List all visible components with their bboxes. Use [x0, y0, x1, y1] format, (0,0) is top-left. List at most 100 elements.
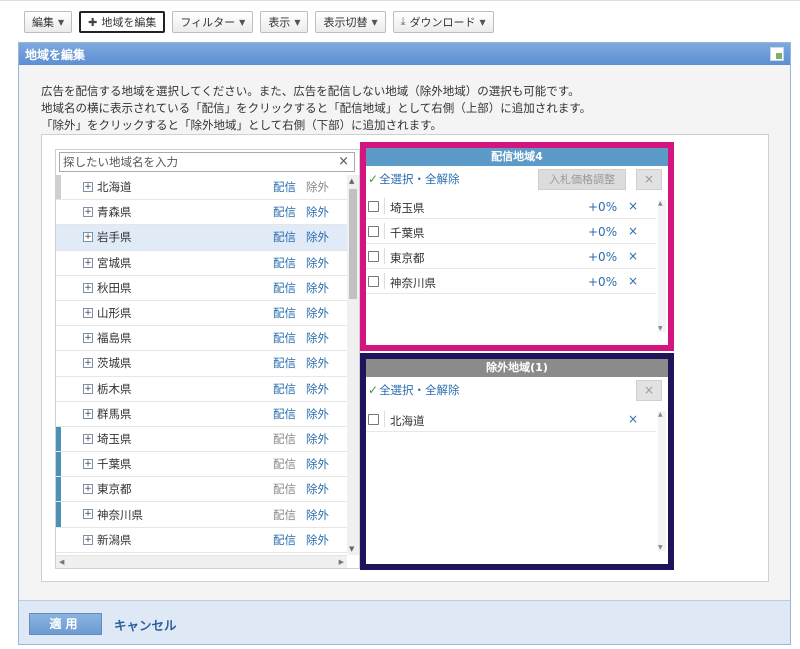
list-item[interactable]: + 神奈川県 配信 除外: [56, 502, 347, 528]
apply-button[interactable]: 適用: [29, 613, 102, 635]
view-switch-menu-button[interactable]: 表示切替 ▼: [315, 11, 386, 33]
delivery-scrollbar[interactable]: ▲ ▼: [658, 200, 666, 332]
remove-icon[interactable]: ×: [628, 412, 638, 426]
deliver-link[interactable]: 配信: [273, 532, 296, 548]
bid-adjustment[interactable]: +0%: [588, 200, 617, 214]
bid-adjustment[interactable]: +0%: [588, 275, 617, 289]
remove-icon[interactable]: ×: [628, 274, 638, 288]
edit-region-button[interactable]: ✚ 地域を編集: [79, 11, 166, 33]
cancel-link[interactable]: キャンセル: [114, 615, 177, 634]
exclude-link[interactable]: 除外: [306, 456, 329, 472]
deliver-link[interactable]: 配信: [273, 179, 296, 195]
list-item[interactable]: + 北海道 配信 除外: [56, 175, 347, 201]
expand-icon[interactable]: +: [83, 408, 93, 419]
list-item[interactable]: + 東京都 配信 除外: [56, 477, 347, 503]
edit-menu-button[interactable]: 編集 ▼: [24, 11, 73, 33]
deliver-link[interactable]: 配信: [273, 330, 296, 346]
expand-icon[interactable]: +: [83, 433, 93, 444]
delivery-select-all[interactable]: ✓ 全選択・全解除: [368, 171, 460, 187]
exclude-link[interactable]: 除外: [306, 204, 329, 220]
list-item[interactable]: + 茨城県 配信 除外: [56, 351, 347, 377]
list-item[interactable]: + 千葉県 配信 除外: [56, 452, 347, 478]
expand-icon[interactable]: +: [83, 207, 93, 218]
row-checkbox[interactable]: [368, 276, 379, 287]
exclude-link[interactable]: 除外: [306, 330, 329, 346]
expand-icon[interactable]: +: [83, 232, 93, 243]
exclude-link[interactable]: 除外: [306, 305, 329, 321]
list-item[interactable]: + 宮城県 配信 除外: [56, 251, 347, 276]
row-checkbox[interactable]: [368, 226, 379, 237]
scroll-up-icon[interactable]: ▲: [349, 177, 354, 185]
deliver-link[interactable]: 配信: [273, 507, 296, 523]
deliver-link[interactable]: 配信: [273, 355, 296, 371]
deliver-link[interactable]: 配信: [273, 280, 296, 296]
exclude-link[interactable]: 除外: [306, 179, 329, 195]
expand-icon[interactable]: +: [83, 383, 93, 394]
clear-search-icon[interactable]: ×: [338, 154, 349, 169]
remove-icon[interactable]: ×: [628, 224, 638, 238]
filter-menu-button[interactable]: フィルター ▼: [172, 11, 254, 33]
deliver-link[interactable]: 配信: [273, 204, 296, 220]
deliver-link[interactable]: 配信: [273, 381, 296, 397]
deliver-link[interactable]: 配信: [273, 481, 296, 497]
list-item[interactable]: + 福島県 配信 除外: [56, 326, 347, 352]
region-search-input[interactable]: [63, 155, 333, 169]
row-checkbox[interactable]: [368, 201, 379, 212]
exclude-link[interactable]: 除外: [306, 255, 329, 271]
remove-icon[interactable]: ×: [628, 249, 638, 263]
scroll-down-icon[interactable]: ▼: [349, 545, 354, 553]
scroll-up-icon[interactable]: ▲: [658, 200, 663, 207]
deliver-link[interactable]: 配信: [273, 431, 296, 447]
exclude-link[interactable]: 除外: [306, 507, 329, 523]
expand-icon[interactable]: +: [83, 509, 93, 520]
expand-icon[interactable]: +: [83, 358, 93, 369]
excluded-clear-button[interactable]: ×: [636, 380, 662, 401]
deliver-link[interactable]: 配信: [273, 229, 296, 245]
exclude-link[interactable]: 除外: [306, 355, 329, 371]
scroll-down-icon[interactable]: ▼: [658, 544, 663, 551]
remove-icon[interactable]: ×: [628, 199, 638, 213]
row-checkbox[interactable]: [368, 251, 379, 262]
deliver-link[interactable]: 配信: [273, 305, 296, 321]
scroll-right-icon[interactable]: ▶: [339, 558, 344, 566]
exclude-link[interactable]: 除外: [306, 406, 329, 422]
scroll-down-icon[interactable]: ▼: [658, 325, 663, 332]
exclude-link[interactable]: 除外: [306, 481, 329, 497]
expand-icon[interactable]: +: [83, 333, 93, 344]
expand-icon[interactable]: +: [83, 182, 93, 192]
list-item[interactable]: + 山形県 配信 除外: [56, 301, 347, 327]
expand-icon[interactable]: +: [83, 459, 93, 470]
exclude-link[interactable]: 除外: [306, 532, 329, 548]
list-item[interactable]: + 岩手県 配信 除外: [56, 225, 347, 251]
list-item[interactable]: + 群馬県 配信 除外: [56, 402, 347, 427]
bid-adjustment[interactable]: +0%: [588, 225, 617, 239]
scroll-left-icon[interactable]: ◀: [59, 558, 64, 566]
expand-icon[interactable]: +: [83, 307, 93, 318]
region-list-hscrollbar[interactable]: ◀ ▶: [56, 555, 347, 568]
excluded-select-all[interactable]: ✓ 全選択・全解除: [368, 382, 460, 398]
expand-icon[interactable]: +: [83, 257, 93, 268]
list-item[interactable]: + 秋田県 配信 除外: [56, 276, 347, 301]
excluded-scrollbar[interactable]: ▲ ▼: [658, 411, 666, 551]
download-menu-button[interactable]: ⤓ ダウンロード ▼: [392, 11, 494, 33]
deliver-link[interactable]: 配信: [273, 255, 296, 271]
list-item[interactable]: + 埼玉県 配信 除外: [56, 426, 347, 453]
view-menu-button[interactable]: 表示 ▼: [260, 11, 309, 33]
bid-adjust-button[interactable]: 入札価格調整: [538, 169, 626, 190]
deliver-link[interactable]: 配信: [273, 456, 296, 472]
exclude-link[interactable]: 除外: [306, 229, 329, 245]
list-item[interactable]: + 青森県 配信 除外: [56, 200, 347, 226]
resize-icon[interactable]: [770, 47, 784, 61]
region-list-scrollbar[interactable]: ▲ ▼: [347, 175, 359, 555]
scroll-up-icon[interactable]: ▲: [658, 411, 663, 418]
exclude-link[interactable]: 除外: [306, 431, 329, 447]
expand-icon[interactable]: +: [83, 534, 93, 545]
list-item[interactable]: + 栃木県 配信 除外: [56, 377, 347, 402]
row-checkbox[interactable]: [368, 414, 379, 425]
deliver-link[interactable]: 配信: [273, 406, 296, 422]
exclude-link[interactable]: 除外: [306, 280, 329, 296]
expand-icon[interactable]: +: [83, 484, 93, 495]
expand-icon[interactable]: +: [83, 282, 93, 293]
delivery-clear-button[interactable]: ×: [636, 169, 662, 190]
scroll-thumb[interactable]: [349, 189, 357, 299]
